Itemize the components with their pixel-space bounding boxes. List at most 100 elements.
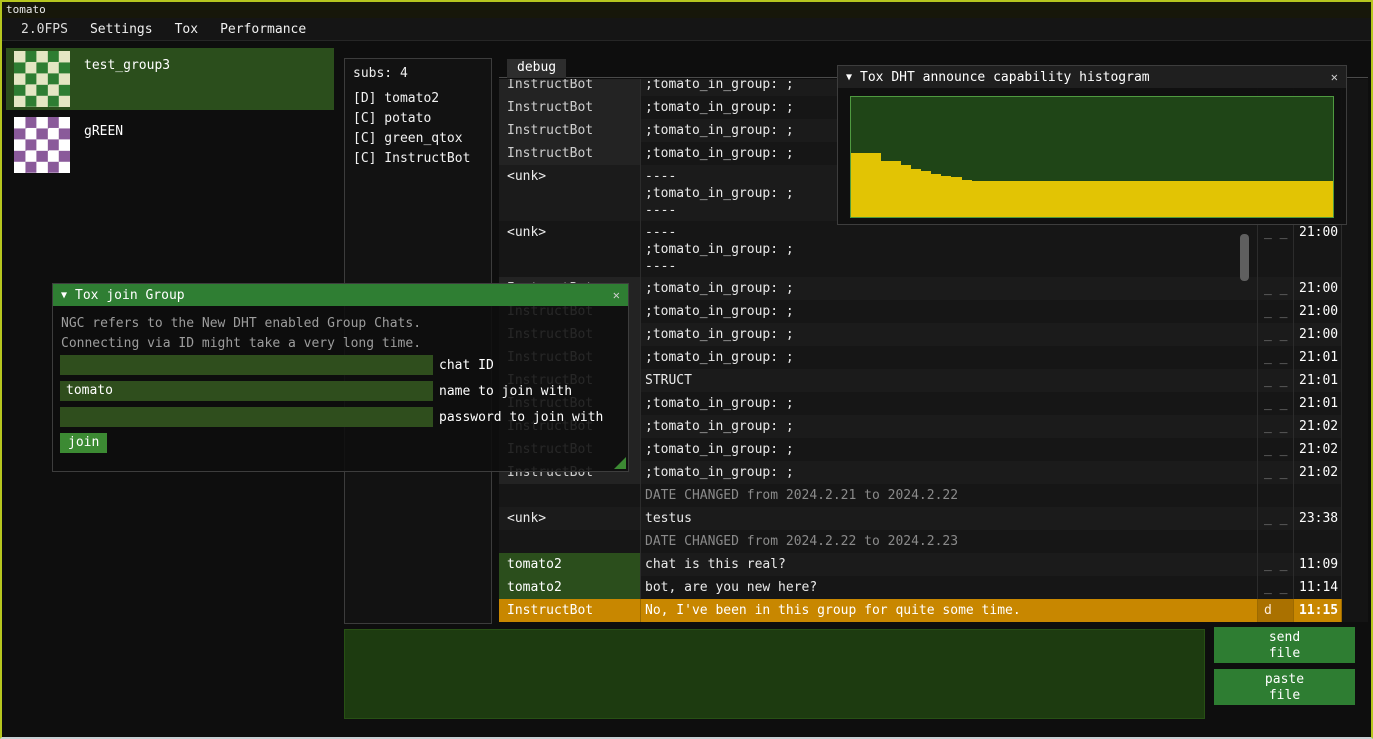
chat-sender: <unk> (499, 221, 641, 277)
join-field-label: name to join with (439, 384, 572, 399)
menu-item-performance[interactable]: Performance (209, 18, 317, 41)
histogram-bar (901, 165, 911, 217)
histogram-bar (891, 161, 901, 217)
chat-sender: InstructBot (499, 599, 641, 622)
chat-message: ;tomato_in_group: ; (641, 346, 1258, 369)
chat-row[interactable]: <unk> ---- ;tomato_in_group: ; ---- _ _ … (499, 221, 1368, 277)
menu-item-settings[interactable]: Settings (79, 18, 164, 41)
send-file-button[interactable]: send file (1214, 627, 1355, 663)
chat-timestamp: 23:38 (1294, 507, 1342, 530)
join-field-label: chat ID (439, 358, 494, 373)
resize-grip[interactable] (614, 457, 626, 469)
chat-timestamp: 11:15 (1294, 599, 1342, 622)
join-input[interactable]: tomato (60, 381, 433, 401)
collapse-icon[interactable]: ▼ (61, 290, 67, 301)
chat-row-filler (1342, 484, 1368, 507)
histogram-bar (951, 177, 961, 217)
chat-message: ;tomato_in_group: ; (641, 438, 1258, 461)
histogram-bar (1102, 181, 1112, 217)
contact-item[interactable]: gREEN (6, 114, 334, 176)
collapse-icon[interactable]: ▼ (846, 72, 852, 83)
roster-member[interactable]: [C] green_qtox (345, 129, 491, 149)
join-button[interactable]: join (60, 433, 107, 453)
paste-file-button[interactable]: paste file (1214, 669, 1355, 705)
chat-sender (499, 530, 641, 553)
contact-item[interactable]: test_group3 (6, 48, 334, 110)
histogram-bar (1223, 181, 1233, 217)
histogram-bar (1142, 181, 1152, 217)
chat-row[interactable]: InstructBot ;tomato_in_group: ; _ _ 21:0… (499, 300, 1368, 323)
window-title: tomato (6, 3, 46, 16)
histogram-bar (1162, 181, 1172, 217)
chat-row[interactable]: InstructBot STRUCT _ _ 21:01 (499, 369, 1368, 392)
histogram-bars (851, 97, 1333, 217)
join-window-titlebar[interactable]: ▼ Tox join Group ✕ (53, 284, 628, 306)
contact-avatar (14, 117, 70, 173)
chat-timestamp: 21:00 (1294, 221, 1342, 277)
chat-timestamp (1294, 530, 1342, 553)
roster-member[interactable]: [D] tomato2 (345, 89, 491, 109)
join-input[interactable] (60, 355, 433, 375)
roster-member[interactable]: [C] potato (345, 109, 491, 129)
roster-member[interactable]: [C] InstructBot (345, 149, 491, 169)
chat-sender: InstructBot (499, 79, 641, 96)
tab-debug[interactable]: debug (507, 59, 566, 78)
chat-status-flags: _ _ (1258, 277, 1294, 300)
message-input[interactable] (344, 629, 1205, 719)
histogram-bar (992, 181, 1002, 217)
chat-status-flags: _ _ (1258, 323, 1294, 346)
chat-row[interactable]: InstructBot ;tomato_in_group: ; _ _ 21:0… (499, 346, 1368, 369)
chat-scrollbar-handle[interactable] (1240, 234, 1249, 281)
menu-item-tox[interactable]: Tox (164, 18, 209, 41)
chat-row[interactable]: InstructBot ;tomato_in_group: ; _ _ 21:0… (499, 461, 1368, 484)
chat-sender: tomato2 (499, 576, 641, 599)
chat-timestamp: 21:01 (1294, 392, 1342, 415)
chat-row-filler (1342, 323, 1368, 346)
chat-row[interactable]: tomato2 bot, are you new here? _ _ 11:14 (499, 576, 1368, 599)
chat-row[interactable]: InstructBot ;tomato_in_group: ; _ _ 21:0… (499, 415, 1368, 438)
chat-row[interactable]: <unk> testus _ _ 23:38 (499, 507, 1368, 530)
chat-status-flags: _ _ (1258, 438, 1294, 461)
chat-message: chat is this real? (641, 553, 1258, 576)
histogram-plot (850, 96, 1334, 218)
chat-row-filler (1342, 438, 1368, 461)
histogram-bar (1263, 181, 1273, 217)
chat-row[interactable]: DATE CHANGED from 2024.2.22 to 2024.2.23 (499, 530, 1368, 553)
histogram-bar (861, 153, 871, 217)
chat-row[interactable]: InstructBot No, I've been in this group … (499, 599, 1368, 622)
chat-row[interactable]: tomato2 chat is this real? _ _ 11:09 (499, 553, 1368, 576)
join-window-title: Tox join Group (75, 288, 185, 303)
histogram-bar (1173, 181, 1183, 217)
chat-message: No, I've been in this group for quite so… (641, 599, 1258, 622)
app-window: tomato 2.0FPS SettingsToxPerformance tes… (0, 0, 1373, 739)
chat-message: ;tomato_in_group: ; (641, 415, 1258, 438)
chat-sender: InstructBot (499, 96, 641, 119)
chat-row-filler (1342, 576, 1368, 599)
join-input[interactable] (60, 407, 433, 427)
fps-counter: 2.0FPS (10, 18, 79, 41)
histogram-bar (1243, 181, 1253, 217)
histogram-bar (911, 169, 921, 217)
chat-row[interactable]: InstructBot ;tomato_in_group: ; _ _ 21:0… (499, 438, 1368, 461)
histogram-bar (1253, 181, 1263, 217)
join-desc-line1: NGC refers to the New DHT enabled Group … (53, 314, 628, 334)
chat-row[interactable]: InstructBot ;tomato_in_group: ; _ _ 21:0… (499, 392, 1368, 415)
histogram-bar (1082, 181, 1092, 217)
chat-timestamp: 11:14 (1294, 576, 1342, 599)
chat-sender (499, 484, 641, 507)
close-icon[interactable]: ✕ (1331, 66, 1338, 88)
histogram-bar (982, 181, 992, 217)
chat-row[interactable]: InstructBot ;tomato_in_group: ; _ _ 21:0… (499, 323, 1368, 346)
histogram-bar (1122, 181, 1132, 217)
histogram-bar (941, 176, 951, 217)
histogram-bar (1233, 181, 1243, 217)
chat-row[interactable]: InstructBot ;tomato_in_group: ; _ _ 21:0… (499, 277, 1368, 300)
chat-status-flags (1258, 484, 1294, 507)
close-icon[interactable]: ✕ (613, 284, 620, 306)
histogram-window-titlebar[interactable]: ▼ Tox DHT announce capability histogram … (838, 66, 1346, 88)
roster-subs-count: subs: 4 (345, 59, 491, 89)
menubar: 2.0FPS SettingsToxPerformance (2, 18, 1371, 41)
histogram-bar (1112, 181, 1122, 217)
histogram-bar (881, 161, 891, 217)
chat-row[interactable]: DATE CHANGED from 2024.2.21 to 2024.2.22 (499, 484, 1368, 507)
